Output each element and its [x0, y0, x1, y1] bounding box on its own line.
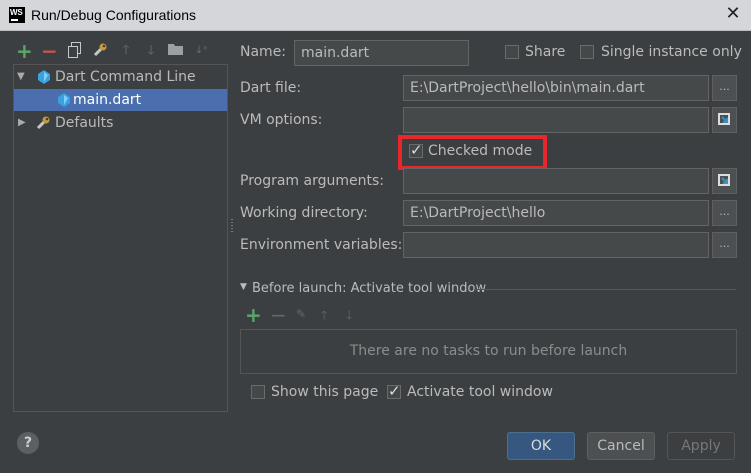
move-task-up-icon[interactable]: 🡑	[321, 306, 327, 327]
working-directory-label: Working directory:	[240, 205, 368, 221]
show-this-page-label: Show this page	[271, 384, 379, 400]
vm-options-label: VM options:	[240, 112, 323, 128]
single-instance-label: Single instance only	[601, 44, 742, 60]
tree-item-dart-command-line-app[interactable]: ▼ Dart Command Line App	[14, 66, 227, 107]
activate-tool-window-label: Activate tool window	[407, 384, 553, 400]
name-label: Name:	[240, 44, 287, 60]
before-launch-title: Before launch: Activate tool window	[252, 281, 487, 296]
expand-program-arguments-button[interactable]	[712, 168, 737, 194]
tree-item-label: main.dart	[73, 92, 142, 108]
apply-button[interactable]: Apply	[667, 432, 735, 460]
dart-file-input[interactable]: E:\DartProject\hello\bin\main.dart	[403, 75, 709, 101]
activate-tool-window-checkbox[interactable]	[387, 382, 401, 400]
remove-task-icon[interactable]: −	[270, 303, 287, 327]
cancel-button[interactable]: Cancel	[587, 432, 655, 460]
empty-tasks-text: There are no tasks to run before launch	[349, 343, 628, 359]
configuration-tree: ▼ Dart Command Line App main.dart ▶ Defa…	[13, 64, 228, 412]
help-icon[interactable]: ?	[17, 432, 39, 454]
config-toolbar: + − 🡑 🡓 ↓ᵃ	[16, 41, 226, 62]
working-directory-input[interactable]: E:\DartProject\hello	[403, 200, 709, 226]
move-up-icon[interactable]: 🡑	[118, 42, 134, 60]
program-arguments-label: Program arguments:	[240, 173, 384, 189]
before-launch-task-list: There are no tasks to run before launch	[240, 329, 737, 374]
ok-button[interactable]: OK	[507, 432, 575, 460]
sort-icon[interactable]: ↓ᵃ	[193, 42, 209, 60]
section-divider	[474, 289, 736, 290]
webstorm-logo-icon: WS	[9, 7, 25, 23]
name-input[interactable]: main.dart	[294, 40, 469, 66]
edit-task-icon[interactable]: ✎	[296, 307, 306, 321]
folder-icon[interactable]	[168, 42, 184, 60]
window-title: Run/Debug Configurations	[31, 7, 196, 23]
checked-mode-label: Checked mode	[428, 143, 533, 159]
add-icon[interactable]: +	[16, 41, 33, 61]
panel-splitter[interactable]	[230, 218, 234, 232]
title-bar: WS Run/Debug Configurations ✕	[0, 0, 751, 31]
add-task-icon[interactable]: +	[245, 303, 262, 327]
vm-options-input[interactable]	[403, 107, 709, 133]
share-checkbox[interactable]	[505, 45, 519, 59]
wrench-icon[interactable]	[92, 42, 108, 60]
tree-item-main-dart[interactable]: main.dart	[14, 89, 227, 111]
remove-icon[interactable]: −	[41, 41, 58, 61]
expand-icon	[718, 113, 730, 125]
checked-mode-checkbox[interactable]	[409, 141, 423, 159]
browse-dart-file-button[interactable]: ...	[712, 75, 737, 101]
dart-icon	[58, 93, 70, 107]
move-task-down-icon[interactable]: 🡓	[346, 306, 352, 327]
expand-vm-options-button[interactable]	[712, 107, 737, 133]
single-instance-checkbox[interactable]	[580, 45, 594, 59]
dart-icon	[38, 70, 50, 84]
expand-arrow-icon[interactable]: ▼	[17, 66, 25, 88]
show-this-page-checkbox[interactable]	[251, 385, 265, 399]
share-label: Share	[525, 44, 566, 60]
program-arguments-input[interactable]	[403, 168, 709, 194]
expand-icon	[718, 174, 730, 186]
move-down-icon[interactable]: 🡓	[143, 42, 159, 60]
copy-icon[interactable]	[67, 42, 83, 60]
wrench-icon	[36, 116, 50, 130]
tree-item-defaults[interactable]: ▶ Defaults	[14, 112, 227, 134]
before-launch-toggle-icon[interactable]: ▼	[240, 282, 247, 292]
dart-file-label: Dart file:	[240, 80, 302, 96]
close-icon[interactable]: ✕	[725, 5, 741, 23]
environment-variables-label: Environment variables:	[240, 237, 403, 253]
environment-variables-input[interactable]	[403, 232, 709, 258]
tree-item-label: Defaults	[55, 115, 114, 131]
collapse-arrow-icon[interactable]: ▶	[18, 112, 26, 134]
edit-environment-variables-button[interactable]: ...	[712, 232, 737, 258]
browse-working-directory-button[interactable]: ...	[712, 200, 737, 226]
